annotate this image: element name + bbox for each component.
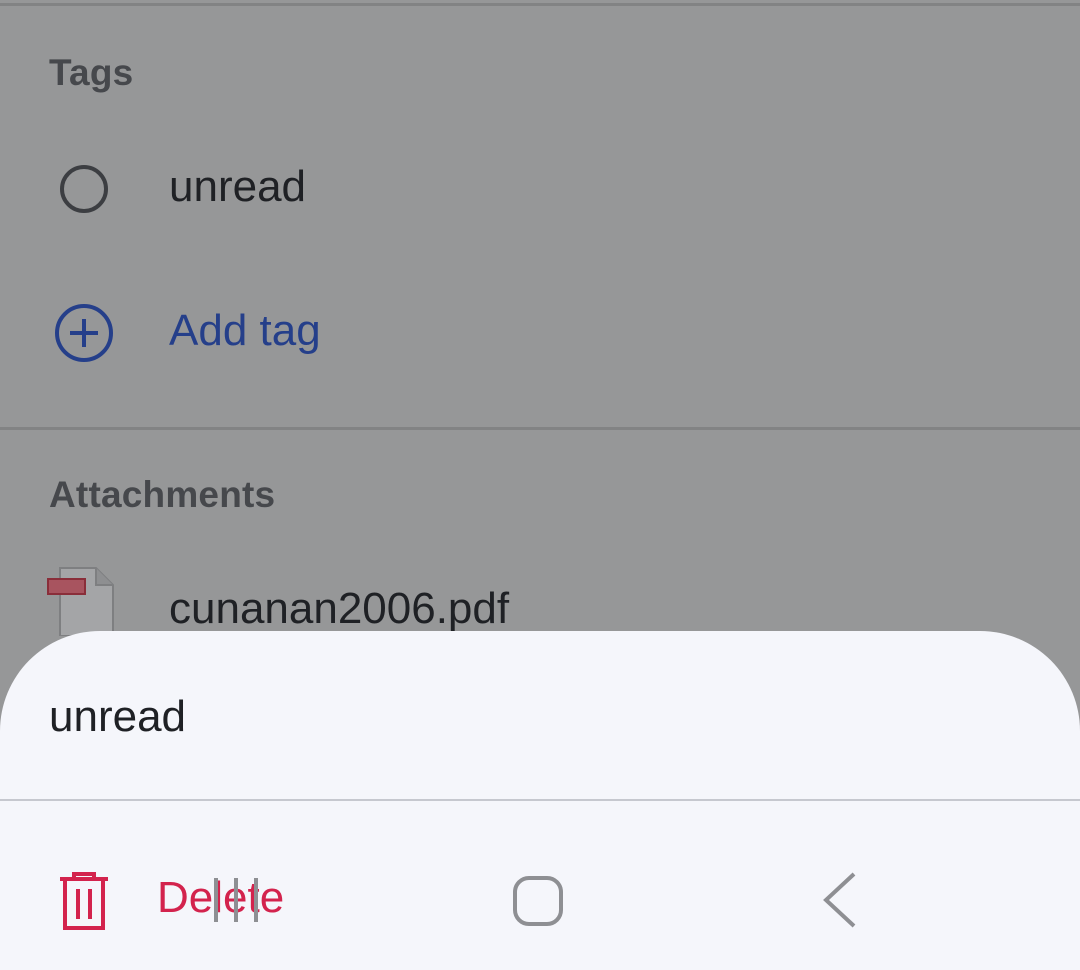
system-nav-bar: [0, 850, 1080, 970]
recents-button[interactable]: [206, 870, 266, 930]
top-divider: [0, 3, 1080, 6]
attachment-filename: cunanan2006.pdf: [169, 584, 510, 633]
bottom-sheet-divider: [0, 799, 1080, 801]
back-icon: [823, 872, 856, 928]
tags-heading: Tags: [49, 52, 134, 93]
home-icon: [513, 876, 563, 926]
add-circle-icon: [55, 304, 113, 362]
recents-icon: [214, 878, 258, 922]
tag-item-label: unread: [169, 162, 307, 211]
radio-unchecked-icon[interactable]: [58, 163, 110, 215]
pdf-file-icon: [47, 567, 114, 636]
attachments-heading: Attachments: [49, 474, 276, 515]
home-button[interactable]: [506, 868, 570, 932]
section-divider: [0, 427, 1080, 430]
back-button[interactable]: [812, 868, 868, 932]
bottom-sheet-title: unread: [49, 692, 187, 741]
add-tag-label: Add tag: [169, 306, 321, 355]
